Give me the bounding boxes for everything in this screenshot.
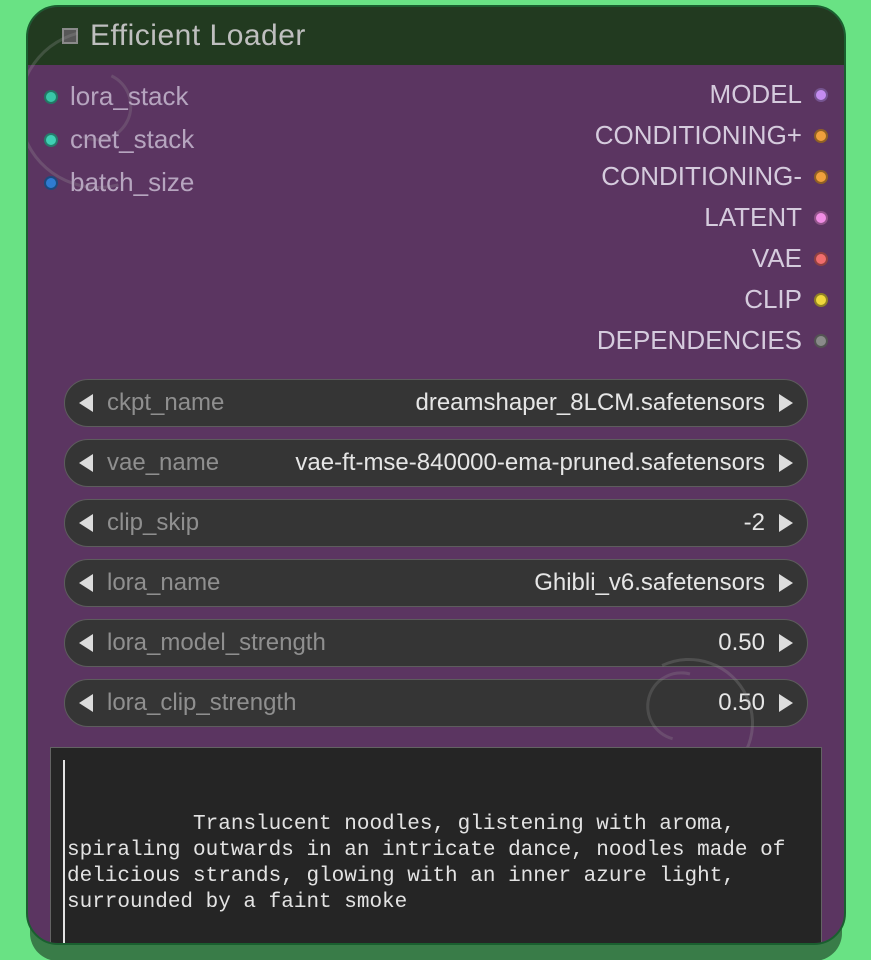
widget-clip-skip[interactable]: clip_skip -2 bbox=[64, 499, 808, 547]
output-port-vae[interactable]: VAE bbox=[752, 243, 828, 274]
widget-label: lora_model_strength bbox=[107, 629, 326, 657]
chevron-right-icon[interactable] bbox=[779, 394, 793, 412]
output-label: CONDITIONING+ bbox=[595, 120, 802, 151]
widget-value[interactable]: -2 bbox=[213, 509, 765, 537]
chevron-left-icon[interactable] bbox=[79, 694, 93, 712]
output-label: LATENT bbox=[704, 202, 802, 233]
collapse-toggle-icon[interactable] bbox=[62, 28, 78, 44]
widget-value[interactable]: dreamshaper_8LCM.safetensors bbox=[238, 389, 765, 417]
widget-label: lora_name bbox=[107, 569, 220, 597]
output-port-model[interactable]: MODEL bbox=[710, 79, 828, 110]
widget-lora-name[interactable]: lora_name Ghibli_v6.safetensors bbox=[64, 559, 808, 607]
output-port-conditioning-minus[interactable]: CONDITIONING- bbox=[601, 161, 828, 192]
output-label: CONDITIONING- bbox=[601, 161, 802, 192]
port-dot-icon[interactable] bbox=[44, 90, 58, 104]
chevron-right-icon[interactable] bbox=[779, 634, 793, 652]
chevron-left-icon[interactable] bbox=[79, 634, 93, 652]
widget-label: vae_name bbox=[107, 449, 219, 477]
widget-label: lora_clip_strength bbox=[107, 689, 296, 717]
inputs-column: lora_stack cnet_stack batch_size bbox=[44, 81, 194, 198]
port-dot-icon[interactable] bbox=[814, 293, 828, 307]
input-label: lora_stack bbox=[70, 81, 189, 112]
outputs-column: MODEL CONDITIONING+ CONDITIONING- LATENT bbox=[595, 79, 828, 356]
prompt-text: Translucent noodles, glistening with aro… bbox=[67, 813, 798, 914]
prompt-textarea[interactable]: Translucent noodles, glistening with aro… bbox=[50, 747, 822, 945]
text-cursor-icon bbox=[63, 760, 65, 945]
chevron-right-icon[interactable] bbox=[779, 514, 793, 532]
output-port-latent[interactable]: LATENT bbox=[704, 202, 828, 233]
output-port-dependencies[interactable]: DEPENDENCIES bbox=[597, 325, 828, 356]
port-dot-icon[interactable] bbox=[814, 211, 828, 225]
chevron-left-icon[interactable] bbox=[79, 574, 93, 592]
port-dot-icon[interactable] bbox=[814, 129, 828, 143]
input-port-batch-size[interactable]: batch_size bbox=[44, 167, 194, 198]
node-title: Efficient Loader bbox=[90, 19, 306, 53]
chevron-left-icon[interactable] bbox=[79, 454, 93, 472]
widget-value[interactable]: Ghibli_v6.safetensors bbox=[234, 569, 765, 597]
widget-label: ckpt_name bbox=[107, 389, 224, 417]
widget-value[interactable]: vae-ft-mse-840000-ema-pruned.safetensors bbox=[233, 449, 765, 477]
chevron-left-icon[interactable] bbox=[79, 394, 93, 412]
widget-vae-name[interactable]: vae_name vae-ft-mse-840000-ema-pruned.sa… bbox=[64, 439, 808, 487]
port-dot-icon[interactable] bbox=[814, 252, 828, 266]
input-port-lora-stack[interactable]: lora_stack bbox=[44, 81, 194, 112]
output-label: CLIP bbox=[744, 284, 802, 315]
output-label: VAE bbox=[752, 243, 802, 274]
input-port-cnet-stack[interactable]: cnet_stack bbox=[44, 124, 194, 155]
node-titlebar[interactable]: Efficient Loader bbox=[28, 7, 844, 65]
port-dot-icon[interactable] bbox=[44, 176, 58, 190]
port-dot-icon[interactable] bbox=[44, 133, 58, 147]
chevron-right-icon[interactable] bbox=[779, 694, 793, 712]
widget-ckpt-name[interactable]: ckpt_name dreamshaper_8LCM.safetensors bbox=[64, 379, 808, 427]
port-dot-icon[interactable] bbox=[814, 170, 828, 184]
output-port-conditioning-plus[interactable]: CONDITIONING+ bbox=[595, 120, 828, 151]
widget-label: clip_skip bbox=[107, 509, 199, 537]
chevron-right-icon[interactable] bbox=[779, 574, 793, 592]
widget-value[interactable]: 0.50 bbox=[340, 629, 765, 657]
widgets-column: ckpt_name dreamshaper_8LCM.safetensors v… bbox=[28, 375, 844, 727]
output-label: MODEL bbox=[710, 79, 802, 110]
efficient-loader-node[interactable]: Efficient Loader lora_stack cnet_stack bbox=[26, 5, 846, 945]
widget-lora-clip-strength[interactable]: lora_clip_strength 0.50 bbox=[64, 679, 808, 727]
widget-lora-model-strength[interactable]: lora_model_strength 0.50 bbox=[64, 619, 808, 667]
port-dot-icon[interactable] bbox=[814, 334, 828, 348]
widget-value[interactable]: 0.50 bbox=[310, 689, 765, 717]
input-label: batch_size bbox=[70, 167, 194, 198]
output-label: DEPENDENCIES bbox=[597, 325, 802, 356]
output-port-clip[interactable]: CLIP bbox=[744, 284, 828, 315]
port-dot-icon[interactable] bbox=[814, 88, 828, 102]
chevron-right-icon[interactable] bbox=[779, 454, 793, 472]
chevron-left-icon[interactable] bbox=[79, 514, 93, 532]
input-label: cnet_stack bbox=[70, 124, 194, 155]
